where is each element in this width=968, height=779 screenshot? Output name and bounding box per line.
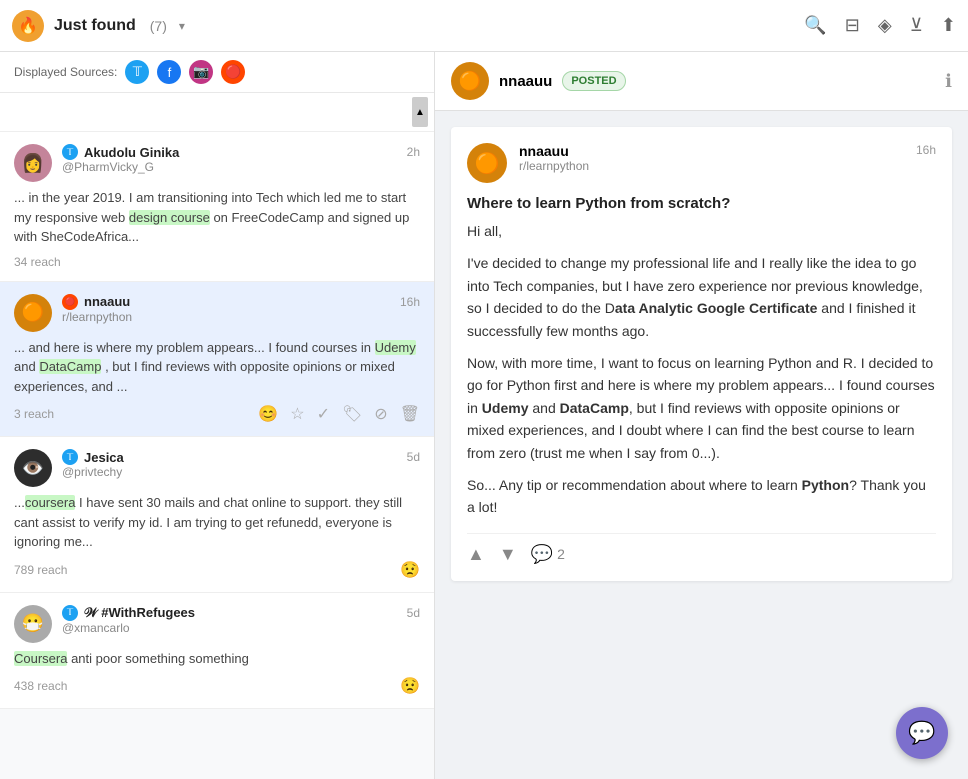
- twitter-badge: 𝕋: [62, 144, 78, 160]
- item-footer: 789 reach 😟: [14, 560, 420, 580]
- right-panel: 🟠 nnaauu POSTED ℹ 🟠 nnaauu r/learnpython…: [435, 52, 968, 779]
- item-actions: 😟: [400, 676, 420, 696]
- comment-count: 2: [557, 546, 565, 562]
- item-actions: 😊 ☆ ✓ 🏷 ⊘ 🗑: [258, 404, 420, 424]
- item-name: 𝒲 #WithRefugees: [84, 605, 195, 621]
- left-panel: Displayed Sources: 𝕋 f 📷 🔴 ▲ 👩 𝕋 Akudolu…: [0, 52, 435, 779]
- block-icon[interactable]: ⊘: [374, 404, 387, 424]
- emoji-sad-icon[interactable]: 😟: [400, 676, 420, 696]
- item-time: 5d: [407, 606, 420, 620]
- reddit-badge: 🔴: [62, 294, 78, 310]
- sort-icon[interactable]: ⊟: [845, 15, 860, 36]
- search-icon[interactable]: 🔍: [804, 15, 826, 36]
- post-footer: ▲ ▼ 💬 2: [467, 533, 936, 565]
- item-handle: r/learnpython: [62, 310, 420, 324]
- avatar: 😷: [14, 605, 52, 643]
- twitter-badge: 𝕋: [62, 605, 78, 621]
- item-reach: 438 reach: [14, 679, 67, 693]
- item-reach: 789 reach: [14, 563, 67, 577]
- post-avatar: 🟠: [467, 143, 507, 183]
- item-handle: @xmancarlo: [62, 621, 420, 635]
- highlight-text: DataCamp: [39, 359, 101, 374]
- source-reddit-icon[interactable]: 🔴: [221, 60, 245, 84]
- twitter-badge: 𝕋: [62, 449, 78, 465]
- post-title: Where to learn Python from scratch?: [467, 195, 936, 212]
- item-handle: @privtechy: [62, 465, 420, 479]
- post-username: nnaauu: [519, 143, 589, 159]
- post-body: Hi all, I've decided to change my profes…: [467, 220, 936, 519]
- filter-icon[interactable]: ⊻: [910, 15, 923, 36]
- header-avatar: 🔥: [12, 10, 44, 42]
- upvote-icon[interactable]: ▲: [467, 544, 485, 565]
- sources-bar: Displayed Sources: 𝕋 f 📷 🔴: [0, 52, 434, 93]
- feed-item[interactable]: 😷 𝕋 𝒲 #WithRefugees 5d @xmancarlo Course…: [0, 593, 434, 710]
- source-facebook-icon[interactable]: f: [157, 60, 181, 84]
- item-time: 5d: [407, 450, 420, 464]
- post-subreddit: r/learnpython: [519, 159, 589, 173]
- downvote-icon[interactable]: ▼: [499, 544, 517, 565]
- chat-icon: 💬: [908, 720, 935, 746]
- detail-avatar: 🟠: [451, 62, 489, 100]
- tag-icon[interactable]: 🏷: [342, 404, 362, 424]
- item-name: nnaauu: [84, 294, 130, 309]
- item-text: ...coursera I have sent 30 mails and cha…: [14, 493, 420, 552]
- header-title: Just found: [54, 17, 136, 35]
- header-icons: 🔍 ⊟ ◈ ⊻ ⬆: [804, 15, 956, 36]
- avatar: 🟠: [14, 294, 52, 332]
- item-reach: 3 reach: [14, 407, 54, 421]
- item-handle: @PharmVicky_G: [62, 160, 420, 174]
- highlight-text: Udemy: [375, 340, 416, 355]
- highlight-text: Coursera: [14, 651, 67, 666]
- feed-item[interactable]: 👁️ 𝕋 Jesica 5d @privtechy ...coursera I …: [0, 437, 434, 593]
- header-count: (7): [150, 18, 167, 34]
- source-instagram-icon[interactable]: 📷: [189, 60, 213, 84]
- item-text: ... and here is where my problem appears…: [14, 338, 420, 397]
- item-text: ... in the year 2019. I am transitioning…: [14, 188, 420, 247]
- chat-fab-button[interactable]: 💬: [896, 707, 948, 759]
- feed-item[interactable]: 👩 𝕋 Akudolu Ginika 2h @PharmVicky_G ... …: [0, 132, 434, 282]
- highlight-text: design course: [129, 210, 210, 225]
- item-footer: 3 reach 😊 ☆ ✓ 🏷 ⊘ 🗑: [14, 404, 420, 424]
- source-twitter-icon[interactable]: 𝕋: [125, 60, 149, 84]
- share-icon[interactable]: ⬆: [941, 15, 956, 36]
- check-icon[interactable]: ✓: [317, 404, 330, 424]
- feed-item[interactable]: 🟠 🔴 nnaauu 16h r/learnpython ... and her…: [0, 282, 434, 438]
- info-icon[interactable]: ℹ: [945, 71, 952, 92]
- item-time: 16h: [400, 295, 420, 309]
- star-icon[interactable]: ☆: [290, 404, 304, 424]
- item-actions: 😟: [400, 560, 420, 580]
- layers-icon[interactable]: ◈: [878, 15, 892, 36]
- item-text: Coursera anti poor something something: [14, 649, 420, 669]
- post-time: 16h: [916, 143, 936, 157]
- emoji-reaction-icon[interactable]: 😊: [258, 404, 278, 424]
- main-layout: Displayed Sources: 𝕋 f 📷 🔴 ▲ 👩 𝕋 Akudolu…: [0, 52, 968, 779]
- item-footer: 438 reach 😟: [14, 676, 420, 696]
- post-card: 🟠 nnaauu r/learnpython 16h Where to lear…: [451, 127, 952, 581]
- delete-icon[interactable]: 🗑: [400, 404, 420, 424]
- comment-icon: 💬: [531, 544, 553, 565]
- scroll-up-button[interactable]: ▲: [412, 97, 428, 127]
- highlight-text: coursera: [25, 495, 76, 510]
- item-name: Jesica: [84, 450, 124, 465]
- avatar: 👩: [14, 144, 52, 182]
- posted-badge: POSTED: [562, 71, 625, 91]
- item-name: Akudolu Ginika: [84, 145, 179, 160]
- detail-header: 🟠 nnaauu POSTED ℹ: [435, 52, 968, 111]
- chevron-down-icon[interactable]: ▾: [179, 19, 185, 33]
- post-header: 🟠 nnaauu r/learnpython 16h: [467, 143, 936, 183]
- item-footer: 34 reach: [14, 255, 420, 269]
- detail-username: nnaauu: [499, 73, 552, 90]
- feed-list: ▲ 👩 𝕋 Akudolu Ginika 2h @PharmVicky_G: [0, 93, 434, 779]
- sources-label: Displayed Sources:: [14, 65, 117, 79]
- item-reach: 34 reach: [14, 255, 61, 269]
- avatar: 👁️: [14, 449, 52, 487]
- item-time: 2h: [407, 145, 420, 159]
- app-header: 🔥 Just found (7) ▾ 🔍 ⊟ ◈ ⊻ ⬆: [0, 0, 968, 52]
- comment-section: 💬 2: [531, 544, 565, 565]
- emoji-sad-icon[interactable]: 😟: [400, 560, 420, 580]
